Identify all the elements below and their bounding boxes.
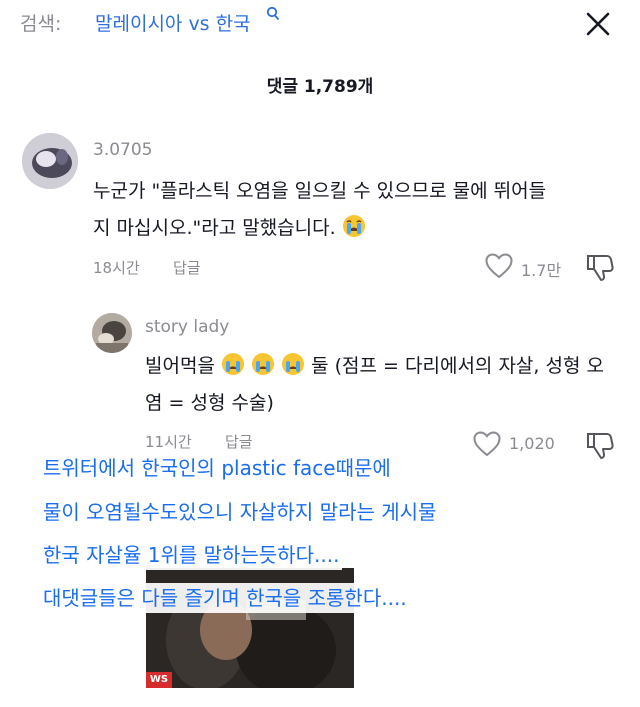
overlay-caption-3: 한국 자살율 1위를 말하는듯하다.... bbox=[40, 540, 343, 570]
heart-icon bbox=[485, 253, 513, 279]
comment-username[interactable]: 3.0705 bbox=[93, 140, 152, 160]
reply-text: 빌어먹을 둘 (점프 = 다리에서의 자살, 성형 오염 = 성형 수술) bbox=[145, 348, 615, 422]
reply-username[interactable]: story lady bbox=[145, 317, 229, 337]
reply-reply-button[interactable]: 답글 bbox=[225, 431, 253, 452]
comment-time: 18시간 bbox=[93, 259, 140, 277]
avatar[interactable] bbox=[22, 133, 78, 189]
close-icon bbox=[586, 12, 610, 36]
heart-icon bbox=[473, 431, 501, 457]
close-button[interactable] bbox=[582, 8, 614, 40]
news-tag: WS bbox=[146, 672, 172, 688]
search-icon bbox=[266, 6, 280, 26]
overlay-caption-1: 트위터에서 한국인의 plastic face때문에 bbox=[40, 453, 394, 483]
comments-count: 댓글 1,789개 bbox=[266, 77, 374, 97]
reply-like-count: 1,020 bbox=[509, 434, 555, 453]
thumbs-down-icon bbox=[587, 433, 614, 459]
reply-body-before: 빌어먹을 bbox=[145, 355, 215, 377]
like-count: 1.7만 bbox=[521, 261, 562, 280]
thumbs-down-icon bbox=[587, 255, 614, 281]
reply-dislike-button[interactable] bbox=[584, 430, 616, 460]
reply-avatar[interactable] bbox=[92, 313, 132, 353]
crying-emoji-icon bbox=[251, 352, 275, 376]
overlay-caption-2: 물이 오염될수도있으니 자살하지 말라는 게시물 bbox=[40, 497, 440, 527]
reply-button[interactable]: 답글 bbox=[173, 257, 201, 278]
search-prefix: 검색: bbox=[20, 13, 62, 35]
crying-emoji-icon bbox=[221, 352, 245, 376]
dislike-button[interactable] bbox=[584, 252, 616, 282]
crying-emoji-icon bbox=[281, 352, 305, 376]
comment-body: 누군가 "플라스틱 오염을 일으킬 수 있으므로 물에 뛰어들지 마십시오."라… bbox=[93, 180, 547, 239]
comment-text: 누군가 "플라스틱 오염을 일으킬 수 있으므로 물에 뛰어들지 마십시오."라… bbox=[93, 173, 563, 247]
reply-like-button[interactable] bbox=[473, 431, 501, 457]
crying-emoji-icon bbox=[342, 214, 366, 238]
search-query[interactable]: 말레이시아 vs 한국 bbox=[95, 9, 251, 36]
like-button[interactable] bbox=[485, 253, 513, 279]
reply-time: 11시간 bbox=[145, 433, 192, 451]
overlay-caption-4: 대댓글들은 다들 즐기며 한국을 조롱한다.... bbox=[40, 583, 410, 613]
